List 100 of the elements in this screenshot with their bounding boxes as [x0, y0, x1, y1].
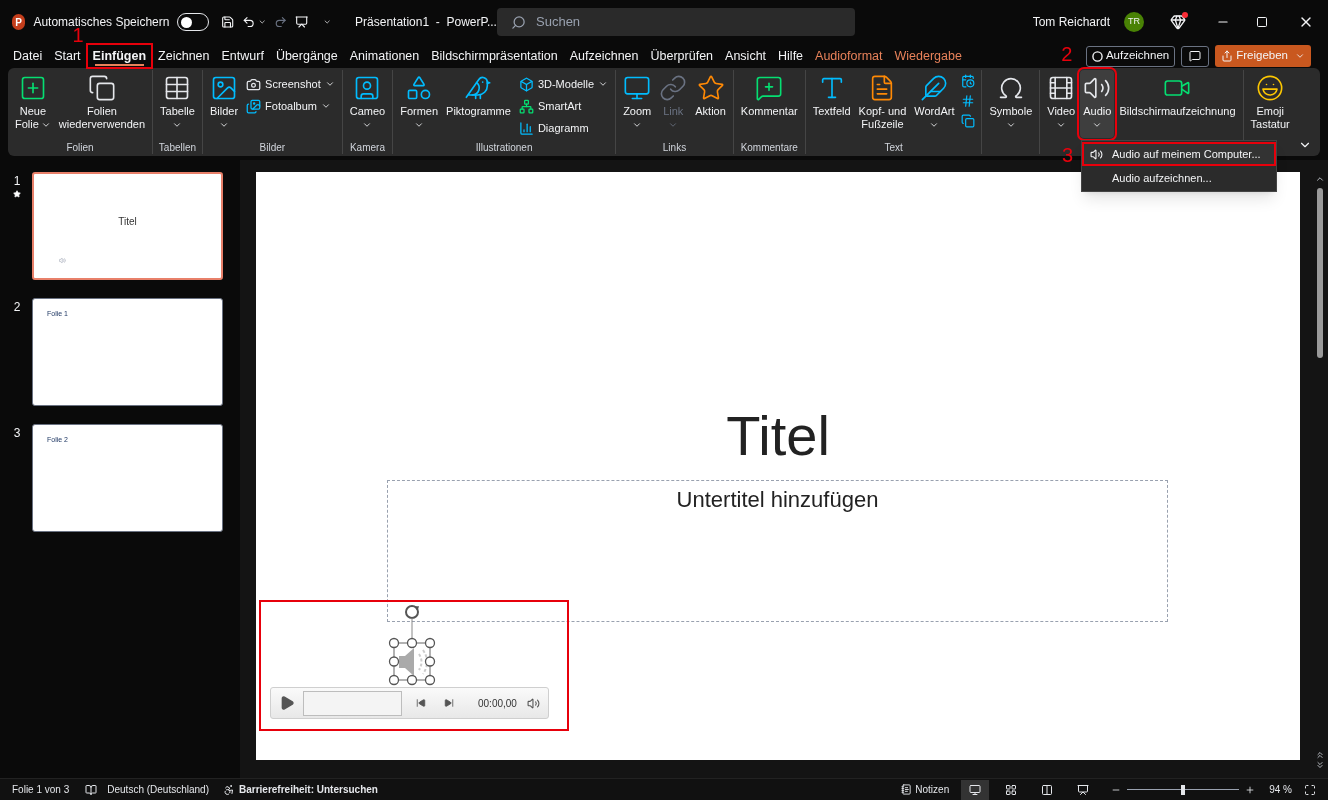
share-button[interactable]: Freigeben	[1215, 45, 1311, 67]
ribbon-button[interactable]: Cameo	[346, 70, 389, 138]
menu-item[interactable]: Audio auf meinem Computer...	[1082, 142, 1276, 166]
ribbon-button[interactable]: Formen	[397, 70, 442, 138]
subtitle-placeholder[interactable]: Untertitel hinzufügen	[387, 480, 1168, 622]
slide-thumbnail[interactable]: Titel	[32, 172, 223, 280]
notes-button[interactable]: Notizen	[897, 782, 954, 797]
ribbon-tab[interactable]: Bildschirmpräsentation	[425, 44, 564, 68]
ribbon-tab[interactable]: Animationen	[343, 44, 426, 68]
ribbon-icon	[696, 74, 725, 102]
ribbon-icon	[464, 74, 493, 102]
ribbon-tab[interactable]: Übergänge	[269, 44, 344, 68]
ribbon-small-button[interactable]: Screenshot	[243, 74, 338, 94]
presentation-icon[interactable]	[295, 14, 309, 30]
ribbon-button[interactable]: Kommentar	[737, 70, 801, 138]
search-field[interactable]: Suchen	[497, 8, 855, 36]
zoom-in-icon[interactable]	[1245, 784, 1256, 795]
previous-slide-icon[interactable]	[1315, 750, 1325, 760]
caret-icon	[1295, 51, 1305, 61]
ribbon-button[interactable]: Piktogramme	[443, 70, 514, 138]
menu-item[interactable]: Audio aufzeichnen...	[1082, 166, 1276, 190]
ribbon-button[interactable]: Tabelle	[157, 70, 198, 138]
undo-icon[interactable]	[242, 14, 256, 30]
ribbon-icon	[659, 74, 688, 102]
group-label: Illustrationen	[475, 141, 533, 154]
save-icon[interactable]	[220, 14, 235, 30]
view-button[interactable]	[961, 779, 990, 800]
scroll-up-icon[interactable]	[1315, 174, 1325, 184]
progress-track[interactable]	[303, 690, 402, 716]
ribbon-icon	[961, 74, 976, 88]
ribbon-button[interactable]: Neue Folie	[12, 70, 54, 138]
ribbon-small-button[interactable]: SmartArt	[515, 96, 612, 116]
zoom-thumb[interactable]	[1181, 784, 1186, 795]
ribbon-button[interactable]: Zoom	[620, 70, 655, 138]
record-button[interactable]: Aufzeichnen	[1085, 45, 1176, 67]
redo-icon[interactable]	[274, 14, 288, 30]
ribbon-icon	[920, 74, 949, 102]
ribbon-tab[interactable]: Datei	[7, 44, 49, 68]
slide-number: 1	[13, 173, 21, 190]
ribbon-button[interactable]: Audio	[1080, 70, 1115, 138]
caret-icon	[324, 79, 335, 89]
ribbon-tab[interactable]: Zeichnen	[152, 44, 216, 68]
next-slide-icon[interactable]	[1315, 760, 1325, 770]
ribbon-icon	[87, 74, 116, 102]
ribbon-tab[interactable]: Aufzeichnen	[563, 44, 645, 68]
comments-button[interactable]	[1181, 45, 1210, 67]
ribbon-tab[interactable]: Ansicht	[719, 44, 773, 68]
ribbon-button[interactable]: Folien wiederverwenden	[55, 70, 149, 138]
zoom-level[interactable]: 94 %	[1269, 782, 1292, 797]
ribbon-button[interactable]: Kopf- und Fußzeile	[855, 70, 910, 138]
ribbon-icon	[623, 74, 652, 102]
diamond-icon[interactable]	[1170, 14, 1186, 30]
ribbon-small-button[interactable]: Diagramm	[515, 118, 612, 138]
group-label: Folien	[66, 141, 94, 154]
ribbon-icon	[961, 94, 976, 108]
ribbon-button[interactable]: Bildschirmaufzeichnung	[1116, 70, 1239, 138]
caret-icon	[598, 79, 609, 89]
user-avatar[interactable]: TR	[1124, 12, 1144, 32]
slide-number: 3	[13, 425, 21, 442]
ribbon-tab[interactable]: Audioformat	[809, 44, 889, 68]
step-number: 3	[1062, 145, 1074, 165]
group-label: Kamera	[349, 141, 385, 154]
volume-icon[interactable]	[526, 696, 540, 710]
forward-icon[interactable]	[444, 698, 454, 708]
ribbon-tab[interactable]: Start	[48, 44, 87, 68]
ribbon-button[interactable]: WordArt	[911, 70, 958, 138]
accessibility-icon[interactable]	[223, 783, 235, 796]
ribbon-small-button[interactable]: Fotoalbum	[243, 96, 338, 116]
language-label[interactable]: Deutsch (Deutschland)	[107, 782, 209, 797]
ribbon-tab[interactable]: Entwurf	[215, 44, 270, 68]
ribbon-small-button[interactable]: 3D-Modelle	[515, 74, 612, 94]
group-label: Bilder	[259, 141, 286, 154]
ribbon-tab[interactable]: Wiedergabe	[888, 44, 968, 68]
maximize-icon[interactable]	[1256, 16, 1268, 28]
ribbon-icon	[210, 74, 238, 102]
ribbon-tab[interactable]: Hilfe	[772, 44, 810, 68]
fit-slide-icon[interactable]	[1304, 783, 1316, 796]
ribbon-tab[interactable]: Überprüfen	[644, 44, 720, 68]
play-icon[interactable]	[279, 695, 295, 711]
group-label: Text	[884, 141, 903, 154]
zoom-slider[interactable]	[1127, 784, 1240, 795]
group-label: Kommentare	[740, 141, 798, 154]
caret-icon	[321, 101, 332, 111]
time-display: 00:00,00	[478, 696, 517, 711]
step-number: 2	[1061, 44, 1073, 64]
ribbon-button[interactable]: Bilder	[206, 70, 242, 138]
ribbon-button[interactable]: Emoji Tastatur	[1247, 70, 1293, 138]
customize-caret-icon[interactable]	[322, 17, 332, 27]
caret-icon[interactable]	[257, 17, 266, 27]
ribbon-button[interactable]: Video	[1044, 70, 1079, 138]
slide-title: Titel	[725, 403, 831, 469]
ribbon-button[interactable]: Aktion	[692, 70, 729, 138]
ribbon-button[interactable]: Symbole	[986, 70, 1036, 138]
ribbon-icon	[518, 98, 534, 114]
back-icon[interactable]	[416, 698, 426, 708]
accessibility-status[interactable]: Barrierefreiheit: Untersuchen	[239, 782, 378, 797]
ribbon-tab[interactable]: Einfügen	[86, 44, 153, 68]
book-icon[interactable]	[85, 783, 98, 796]
group-label: Links	[662, 141, 687, 154]
ribbon-button[interactable]: Textfeld	[809, 70, 854, 138]
